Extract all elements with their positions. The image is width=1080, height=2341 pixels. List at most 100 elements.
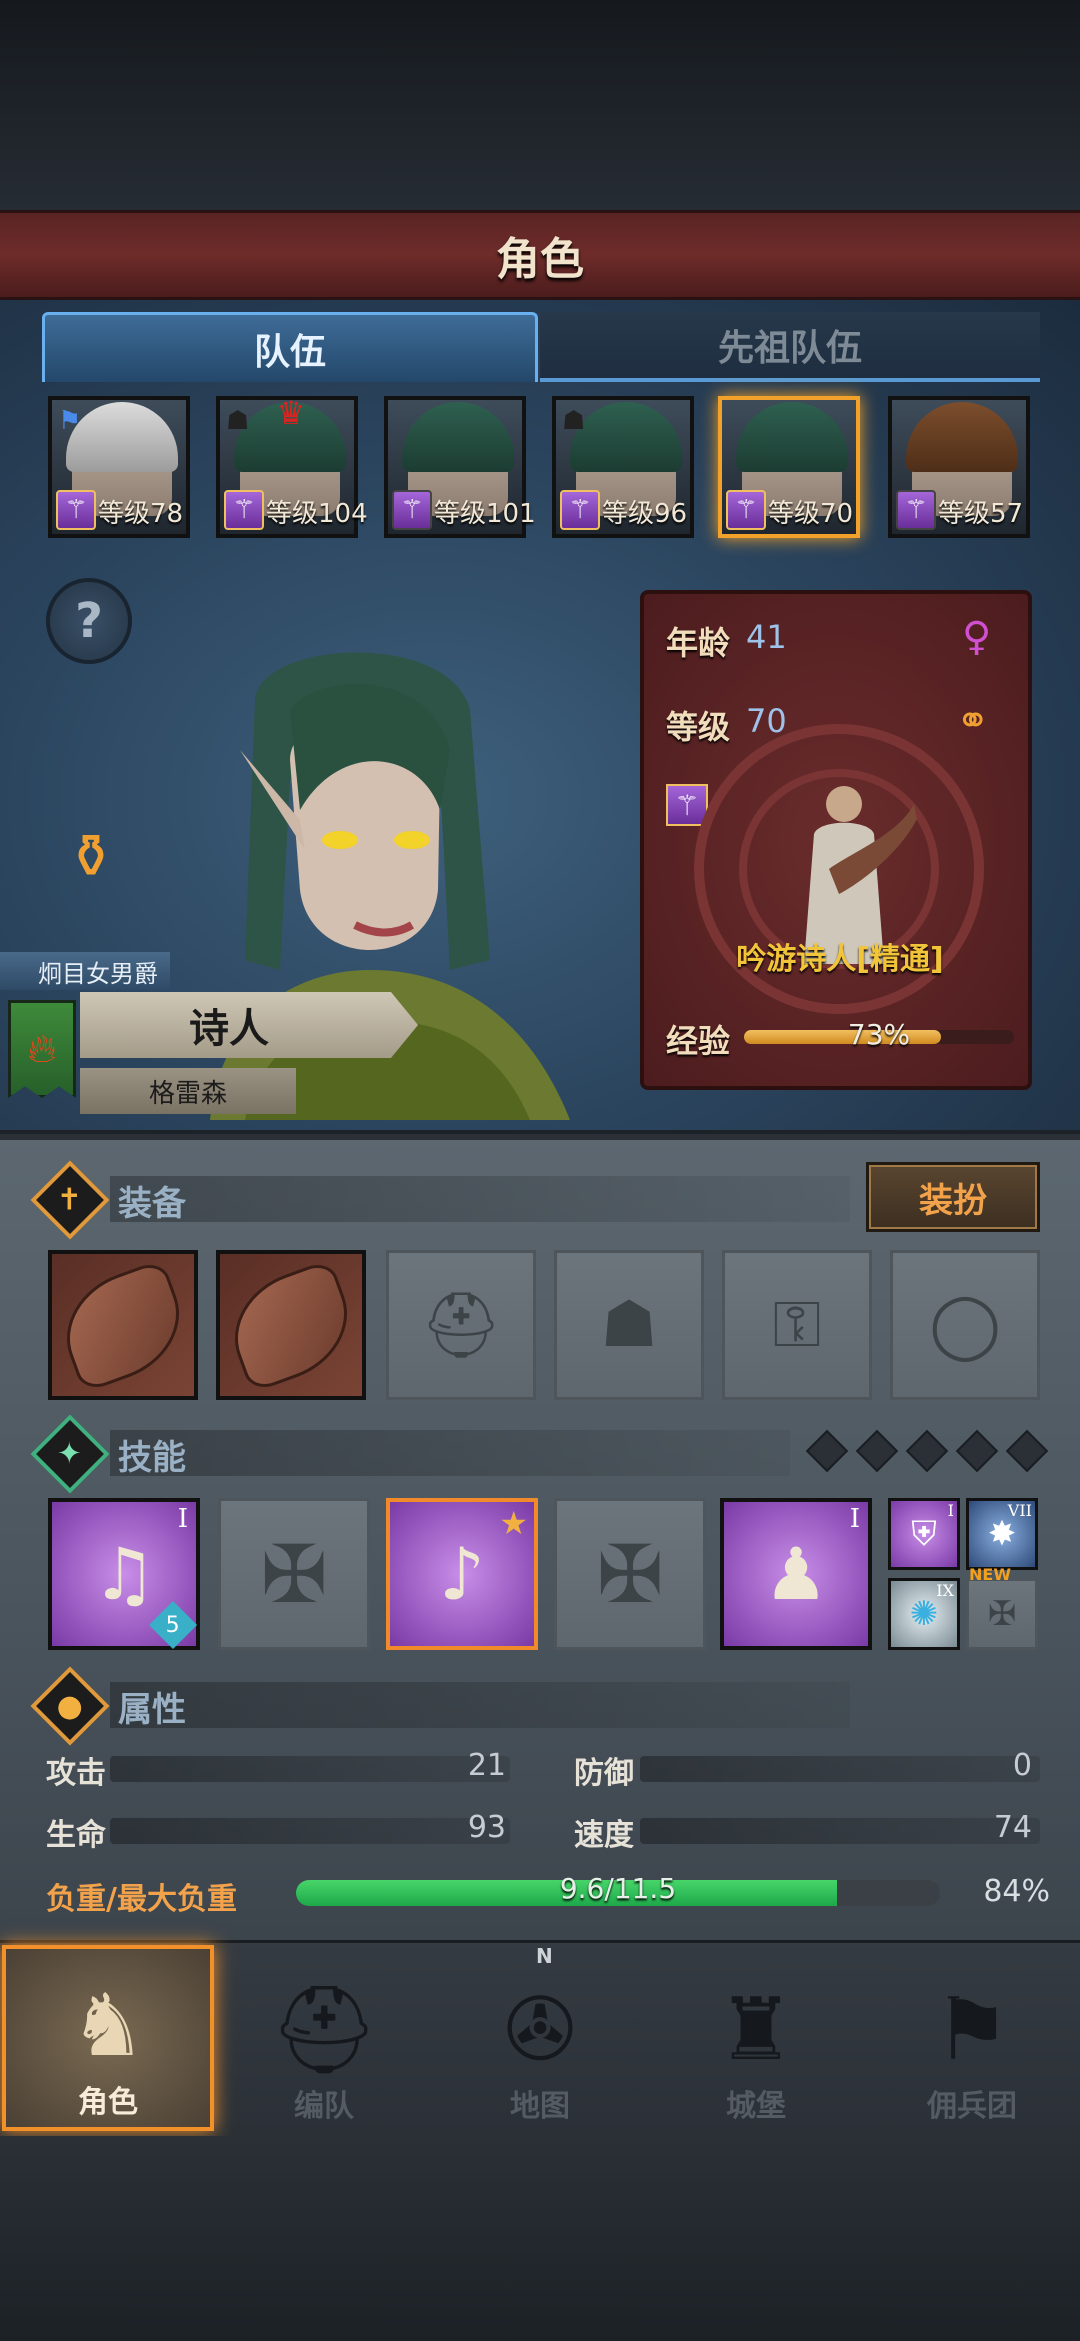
nav-character[interactable]: ♞ 角色 bbox=[2, 1945, 214, 2131]
tab-team[interactable]: 队伍 bbox=[42, 312, 538, 382]
nav-formation[interactable]: ⛑ 编队 bbox=[218, 1945, 430, 2131]
roster-card[interactable]: ⚚ 等级101 bbox=[384, 396, 536, 538]
roster-card-selected[interactable]: ⚚ 等级70 bbox=[718, 396, 860, 538]
noble-title: 炯目女男爵 bbox=[38, 959, 158, 988]
load-label: 负重/最大负重 bbox=[46, 1882, 237, 1917]
passive-skill[interactable]: ✺ IX bbox=[888, 1578, 960, 1650]
skill-slot[interactable]: ♟ I bbox=[720, 1498, 872, 1650]
burst-icon: ✸ bbox=[987, 1514, 1017, 1554]
companion-icon: ☗ bbox=[226, 406, 250, 436]
skill-point-pip bbox=[855, 1429, 899, 1473]
skill-slot-selected[interactable]: ♪ ★ bbox=[386, 1498, 538, 1650]
boots-icon: ⚿ bbox=[772, 1288, 822, 1362]
help-button[interactable]: ? bbox=[46, 578, 132, 664]
skill-slot-empty[interactable]: ✠ bbox=[554, 1498, 706, 1650]
portrait-hair bbox=[906, 402, 1018, 472]
skill-level-value: 5 bbox=[166, 1612, 180, 1638]
banner-icon: ⚑ bbox=[933, 1980, 1011, 2080]
passive-skill-empty[interactable]: ✠ NEW bbox=[966, 1565, 1038, 1650]
compass-north-label: N bbox=[536, 1944, 553, 1968]
age-value: 41 bbox=[746, 618, 787, 656]
load-text: 9.6/11.5 bbox=[559, 1872, 677, 1905]
noble-title-tag: 炯目女男爵 bbox=[0, 952, 170, 990]
nav-label: 角色 bbox=[78, 2085, 138, 2120]
roster-card[interactable]: ⚑ ⚚ 等级78 bbox=[48, 396, 190, 538]
equip-slot-boots[interactable]: ⚿ bbox=[722, 1250, 872, 1400]
roster-card[interactable]: ☗ ⚚ 等级96 bbox=[552, 396, 694, 538]
cross-icon: ✠ bbox=[596, 1527, 664, 1621]
compass-icon: ✇ bbox=[503, 1980, 577, 2080]
ring-icon: ◯ bbox=[929, 1288, 1001, 1362]
roster-level: 等级101 bbox=[434, 499, 536, 529]
knight-icon: ♞ bbox=[69, 1976, 147, 2076]
potion-button[interactable]: ⚱ bbox=[44, 810, 138, 904]
skill-rank: I bbox=[849, 1504, 860, 1534]
bard-class-icon: ⚚ bbox=[392, 490, 432, 530]
roster-card[interactable]: ♛ ☗ ⚚ 等级104 bbox=[216, 394, 368, 538]
attributes-header-bar bbox=[110, 1682, 850, 1728]
defense-label: 防御 bbox=[574, 1756, 634, 1791]
equipment-title: 装备 bbox=[118, 1183, 186, 1224]
sword-icon: ✝ bbox=[30, 1160, 110, 1240]
dress-button[interactable]: 装扮 bbox=[866, 1162, 1040, 1232]
fire-icon: 🔥︎ bbox=[27, 1026, 57, 1072]
cross-icon: ✠ bbox=[987, 1594, 1017, 1634]
speed-value: 74 bbox=[993, 1810, 1032, 1845]
potion-icon: ⚱ bbox=[65, 822, 117, 892]
equip-slot-ring[interactable]: ◯ bbox=[890, 1250, 1040, 1400]
exp-label: 经验 bbox=[666, 1022, 731, 1060]
female-icon: ♀ bbox=[962, 614, 992, 660]
helmet-icon: ⛑ bbox=[420, 1288, 502, 1363]
roster-card[interactable]: ⚚ 等级57 bbox=[888, 396, 1030, 538]
load-percent: 84% bbox=[983, 1874, 1050, 1909]
origin-name: 格雷森 bbox=[148, 1078, 227, 1109]
portrait-hair bbox=[736, 402, 848, 472]
equipment-header: ✝ 装备 bbox=[30, 1160, 186, 1240]
equip-slot-shield[interactable] bbox=[216, 1250, 366, 1400]
title-banner: 角色 bbox=[0, 210, 1080, 300]
defense-value: 0 bbox=[1012, 1748, 1032, 1783]
skill-slot[interactable]: ♫ I 5 bbox=[48, 1498, 200, 1650]
bottom-background bbox=[0, 2136, 1080, 2341]
house-banner: 🔥︎ bbox=[8, 1000, 76, 1098]
tab-ancestor-label: 先祖队伍 bbox=[717, 328, 862, 369]
skills-header-bar bbox=[110, 1430, 790, 1476]
top-background bbox=[0, 0, 1080, 210]
passive-skill[interactable]: ✸ VII bbox=[966, 1498, 1038, 1570]
nav-label: 编队 bbox=[294, 2089, 354, 2124]
skill-rank: VII bbox=[1007, 1501, 1032, 1520]
class-name-tag: 诗人 bbox=[80, 992, 418, 1058]
speed-label: 速度 bbox=[574, 1818, 634, 1853]
roster-level: 等级96 bbox=[602, 499, 688, 529]
shield-icon bbox=[49, 1258, 197, 1394]
roster-level: 等级57 bbox=[938, 499, 1024, 529]
skill-point-pip bbox=[1005, 1429, 1049, 1473]
armor-icon: ☗ bbox=[600, 1288, 658, 1362]
equip-slot-helmet[interactable]: ⛑ bbox=[386, 1250, 536, 1400]
passive-skill[interactable]: ⛨ I bbox=[888, 1498, 960, 1570]
skill-slot-empty[interactable]: ✠ bbox=[218, 1498, 370, 1650]
dress-button-label: 装扮 bbox=[919, 1180, 987, 1221]
exp-text: 73% bbox=[847, 1018, 911, 1051]
hp-label: 生命 bbox=[46, 1818, 106, 1853]
age-label: 年龄 bbox=[666, 624, 731, 662]
skill-points bbox=[805, 1429, 1049, 1473]
origin-tag: 格雷森 bbox=[80, 1068, 296, 1114]
person-icon: ● bbox=[30, 1666, 110, 1746]
skills-header: ✦ 技能 bbox=[30, 1414, 186, 1494]
attributes-header: ● 属性 bbox=[30, 1666, 186, 1746]
roster-level: 等级104 bbox=[266, 499, 368, 529]
tab-ancestor-team[interactable]: 先祖队伍 bbox=[540, 312, 1040, 382]
attack-label: 攻击 bbox=[46, 1756, 106, 1791]
people-crystal-icon: ♟ bbox=[763, 1532, 829, 1616]
equip-slot-armor[interactable]: ☗ bbox=[554, 1250, 704, 1400]
new-badge: NEW bbox=[969, 1565, 1011, 1584]
skill-rank: I bbox=[177, 1504, 188, 1534]
attack-value: 21 bbox=[467, 1748, 506, 1783]
skills-title: 技能 bbox=[118, 1437, 186, 1478]
skill-point-pip bbox=[955, 1429, 999, 1473]
nav-map[interactable]: ✇ 地图 bbox=[434, 1945, 646, 2131]
nav-mercenaries[interactable]: ⚑ 佣兵团 bbox=[866, 1945, 1078, 2131]
nav-castle[interactable]: ♜ 城堡 bbox=[650, 1945, 862, 2131]
equip-slot-shield[interactable] bbox=[48, 1250, 198, 1400]
